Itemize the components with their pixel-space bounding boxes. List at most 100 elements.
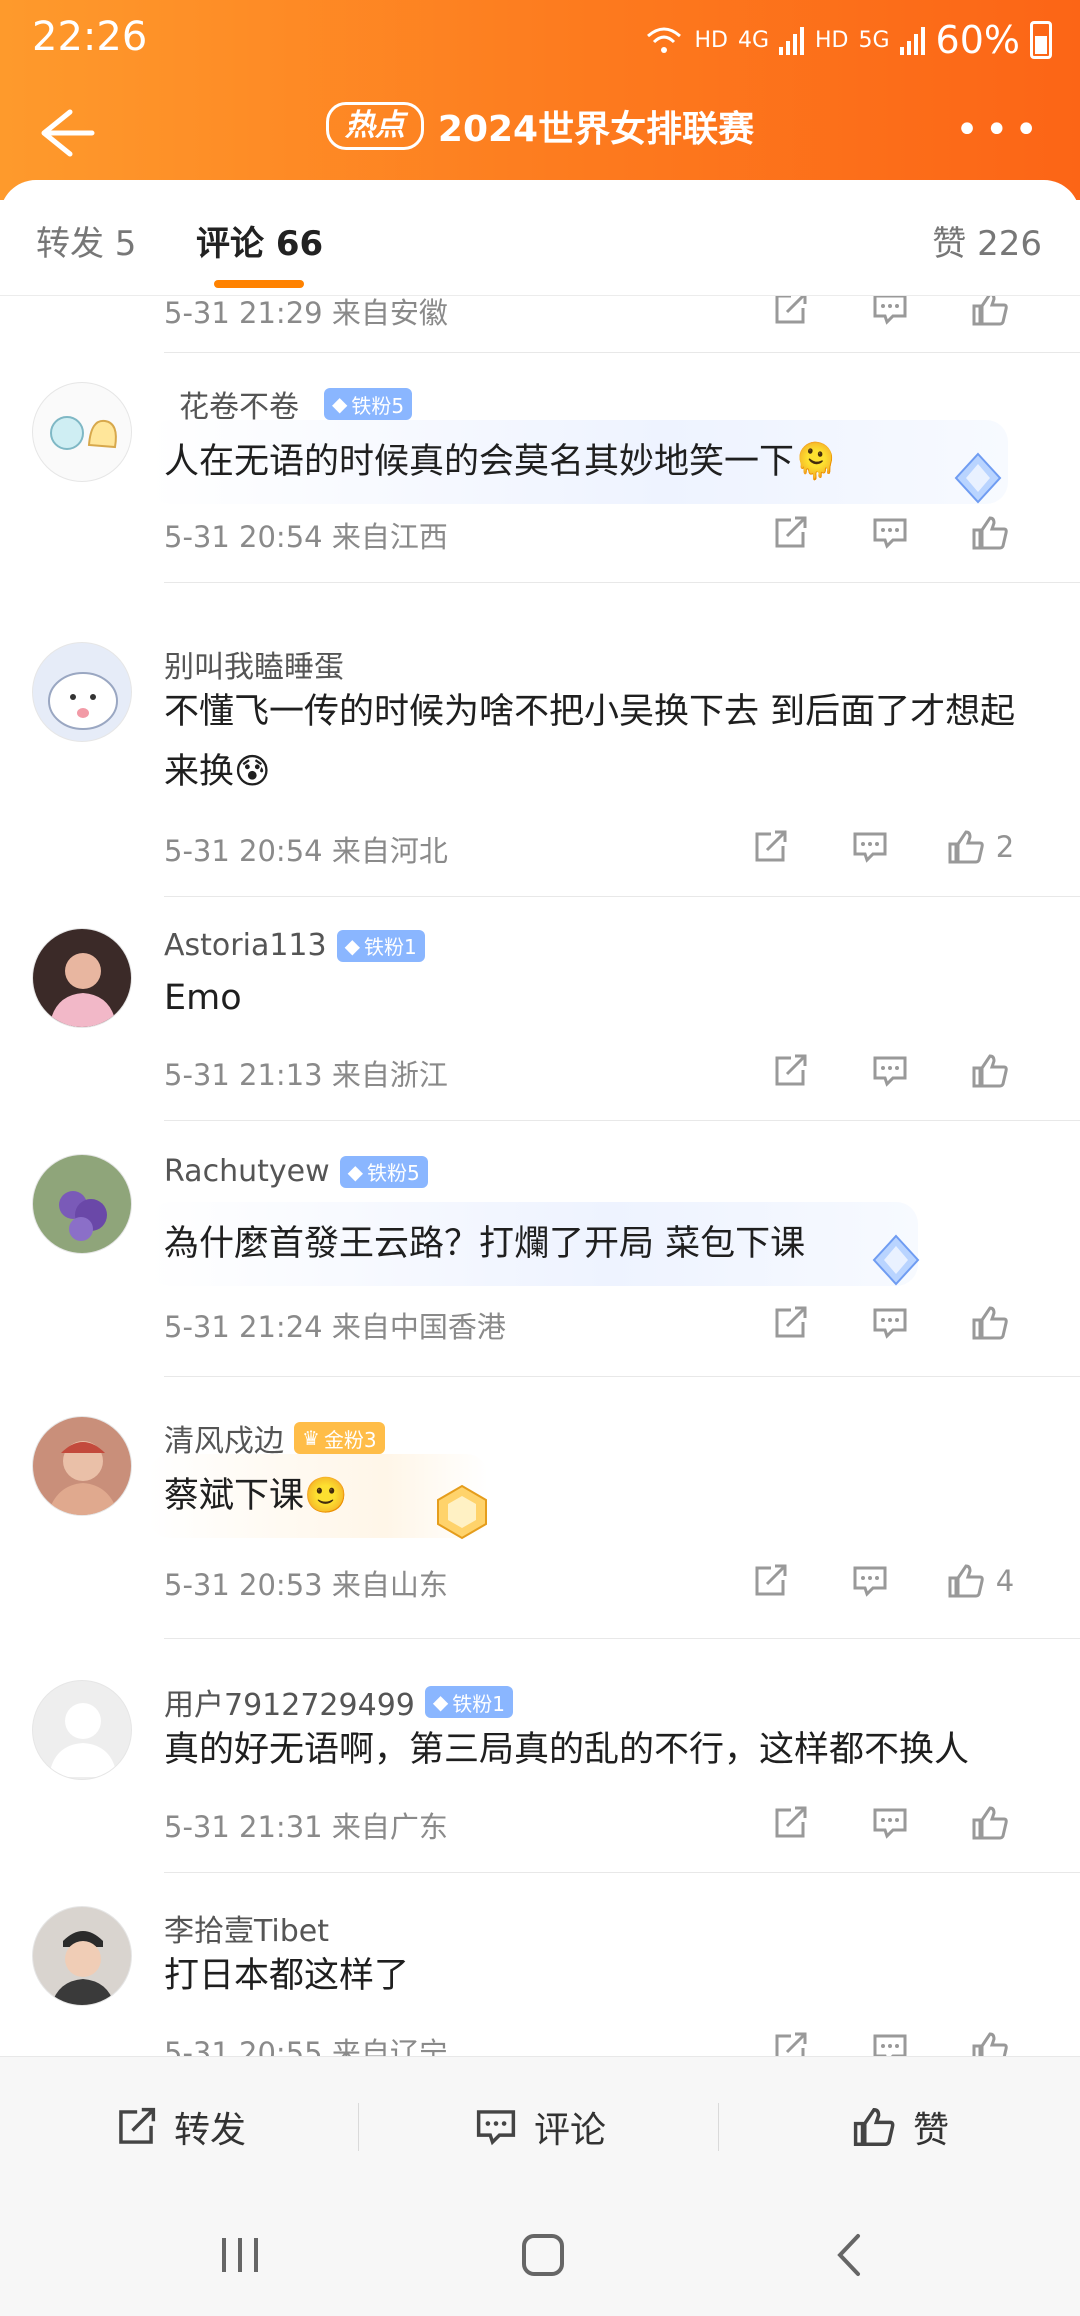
- tab-like[interactable]: 赞 226: [932, 216, 1042, 265]
- divider: [164, 582, 1080, 583]
- like-count: 2: [995, 830, 1015, 864]
- hot-badge: 热点: [325, 102, 424, 150]
- comment-actions: 4: [720, 1556, 1040, 1606]
- tab-active-indicator: [214, 280, 304, 288]
- share-icon[interactable]: [740, 1798, 840, 1848]
- like-button[interactable]: 4: [920, 1556, 1040, 1606]
- author-name[interactable]: Rachutyew: [164, 1154, 330, 1189]
- avatar[interactable]: [32, 382, 132, 482]
- like-icon: [948, 830, 984, 864]
- comment-text: 打日本都这样了: [164, 1956, 410, 1996]
- comment-meta: 5-31 21:29 来自安徽: [164, 296, 448, 330]
- like-label: 赞: [912, 2109, 949, 2151]
- like-icon[interactable]: [940, 1798, 1040, 1848]
- signal-icon-2: [899, 27, 925, 55]
- page-title: 2024世界女排联赛: [437, 109, 755, 150]
- like-icon: [853, 2107, 895, 2146]
- like-button[interactable]: 赞: [720, 2057, 1080, 2196]
- comment-meta: 5-31 21:31 来自广东: [164, 1810, 448, 1844]
- fan-badge: ◆ 铁粉5: [324, 388, 413, 420]
- comment-meta: 5-31 20:54 来自河北: [164, 834, 448, 868]
- repost-label: 转发: [173, 2109, 246, 2151]
- like-icon[interactable]: [940, 2024, 1040, 2056]
- comment-author: Astoria113 ◆ 铁粉1: [164, 928, 425, 963]
- divider: [358, 2103, 359, 2151]
- author-name[interactable]: Astoria113: [164, 928, 327, 963]
- comment-actions: [740, 2024, 1040, 2056]
- net-label-2: 4G: [737, 27, 769, 53]
- comment-text: Emo: [164, 978, 242, 1018]
- status-time: 22:26: [32, 14, 148, 60]
- fan-badge: ◆ 铁粉1: [424, 1686, 513, 1718]
- comment-actions: [740, 296, 1040, 334]
- recent-apps-icon[interactable]: [218, 2234, 264, 2276]
- share-icon[interactable]: [720, 1556, 820, 1606]
- author-name[interactable]: 别叫我瞌睡蛋: [164, 642, 344, 686]
- share-icon[interactable]: [740, 296, 840, 334]
- reply-icon[interactable]: [820, 822, 920, 872]
- divider: [164, 352, 1080, 353]
- divider: [164, 896, 1080, 897]
- comment-actions: 2: [720, 822, 1040, 872]
- comment-text: 不懂飞一传的时候为啥不把小吴换下去 到后面了才想起来换😰: [164, 692, 1016, 792]
- reply-icon[interactable]: [840, 296, 940, 334]
- tab-comment[interactable]: 评论 66: [196, 216, 323, 265]
- share-icon[interactable]: [740, 508, 840, 558]
- like-icon[interactable]: [940, 1046, 1040, 1096]
- bottom-action-bar: 转发 评论 赞: [0, 2056, 1080, 2196]
- comment-button[interactable]: 评论: [360, 2057, 720, 2196]
- comment-author: 别叫我瞌睡蛋: [164, 642, 344, 686]
- more-options-icon[interactable]: •••: [955, 110, 1044, 150]
- fan-badge: ◆ 铁粉5: [339, 1155, 428, 1188]
- share-icon[interactable]: [740, 1046, 840, 1096]
- like-icon[interactable]: [940, 508, 1040, 558]
- share-icon[interactable]: [740, 1298, 840, 1348]
- system-back-icon[interactable]: [830, 2232, 870, 2278]
- author-name[interactable]: 用户7912729499: [164, 1680, 415, 1724]
- nav-title-group: 热点 2024世界女排联赛: [0, 100, 1080, 152]
- avatar[interactable]: [32, 1154, 132, 1254]
- reply-icon[interactable]: [820, 1556, 920, 1606]
- comment-list[interactable]: 5-31 21:29 来自安徽 _花卷不卷_ ◆ 铁粉5 人在无语的时候真的会莫名…: [0, 296, 1080, 2056]
- share-icon[interactable]: [740, 2024, 840, 2056]
- like-button[interactable]: 2: [920, 822, 1040, 872]
- avatar[interactable]: [32, 1906, 132, 2006]
- tab-bar: 转发 5 评论 66 赞 226: [0, 180, 1080, 296]
- battery-percent: 60%: [935, 18, 1020, 62]
- comment-label: 评论: [533, 2109, 606, 2151]
- comment-actions: [740, 1046, 1040, 1096]
- system-icons: HD 4G HD 5G 60%: [644, 18, 1052, 62]
- author-name[interactable]: 李拾壹Tibet: [164, 1906, 329, 1950]
- divider: [164, 1376, 1080, 1377]
- like-count: 4: [995, 1564, 1015, 1598]
- like-icon[interactable]: [940, 296, 1040, 334]
- reply-icon[interactable]: [840, 1798, 940, 1848]
- home-icon[interactable]: [520, 2232, 566, 2278]
- repost-button[interactable]: 转发: [0, 2057, 360, 2196]
- net-label-3: HD: [815, 27, 849, 53]
- comment-meta: 5-31 20:55 来自辽宁: [164, 2036, 448, 2056]
- avatar[interactable]: [32, 1416, 132, 1516]
- diamond-icon: ◆: [344, 933, 360, 958]
- share-icon: [119, 2107, 156, 2144]
- divider: [164, 1120, 1080, 1121]
- tab-repost[interactable]: 转发 5: [36, 216, 136, 265]
- signal-icon: [779, 27, 804, 55]
- divider: [164, 1872, 1080, 1873]
- share-icon[interactable]: [720, 822, 820, 872]
- system-navigation-bar: [0, 2196, 1080, 2316]
- crown-icon: ♛: [302, 1426, 320, 1450]
- reply-icon[interactable]: [840, 508, 940, 558]
- avatar[interactable]: [32, 642, 132, 742]
- comment-meta: 5-31 21:24 来自中国香港: [164, 1310, 506, 1344]
- reply-icon[interactable]: [840, 1298, 940, 1348]
- avatar[interactable]: [32, 1680, 132, 1780]
- like-icon[interactable]: [940, 1298, 1040, 1348]
- reply-icon[interactable]: [840, 1046, 940, 1096]
- avatar[interactable]: [32, 928, 132, 1028]
- diamond-icon: ◆: [347, 1159, 363, 1184]
- net-label-4: 5G: [858, 27, 890, 53]
- wifi-icon: [647, 27, 682, 53]
- reply-icon[interactable]: [840, 2024, 940, 2056]
- comment-author: 李拾壹Tibet: [164, 1906, 329, 1950]
